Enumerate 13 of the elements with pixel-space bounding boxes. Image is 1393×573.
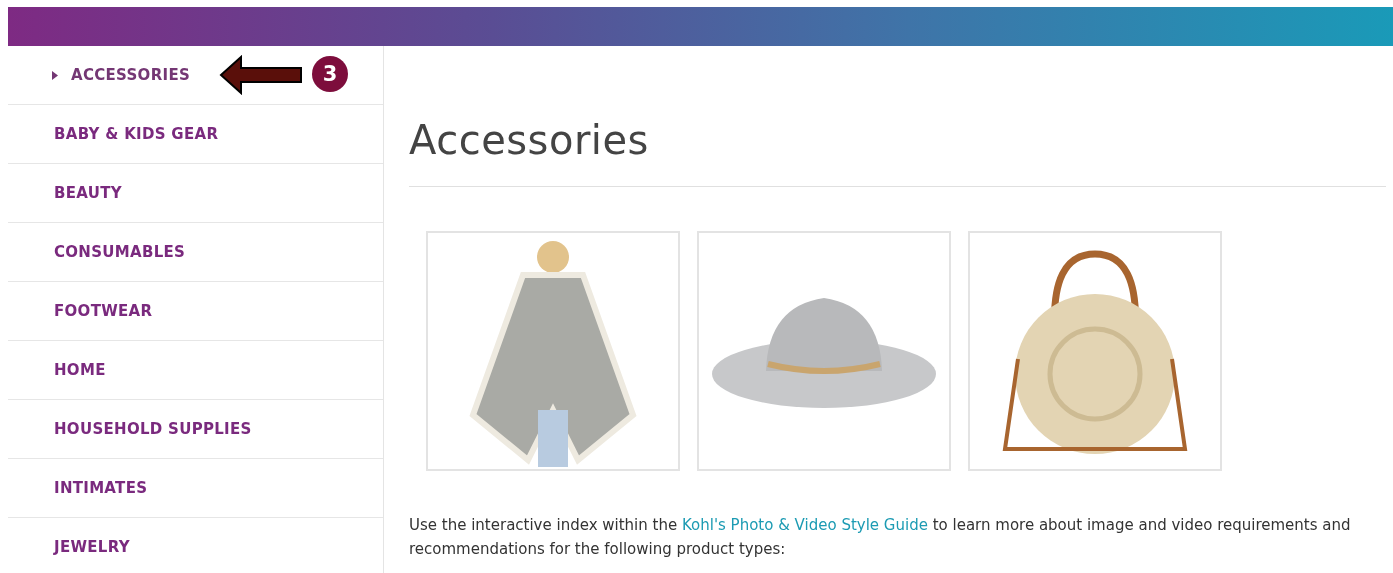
intro-text: Use the interactive index within the Kohl's Photo & Video Style Guide to learn more about image and video requirements and recommendations for the following product types:: [409, 515, 1352, 560]
sidebar-item[interactable]: CONSUMABLES: [8, 223, 383, 282]
sidebar-item[interactable]: BABY & KIDS GEAR: [8, 105, 383, 164]
sidebar-item[interactable]: HOUSEHOLD SUPPLIES: [8, 400, 383, 459]
sidebar-item[interactable]: JEWELRY: [8, 518, 383, 573]
page-title: Accessories: [409, 116, 650, 165]
sidebar-item[interactable]: INTIMATES: [8, 459, 383, 518]
sidebar-item[interactable]: HOME: [8, 341, 383, 400]
sidebar-item[interactable]: BEAUTY: [8, 164, 383, 223]
arrow-icon: [219, 55, 303, 95]
sidebar-item[interactable]: FOOTWEAR: [8, 282, 383, 341]
caret-icon: [52, 70, 58, 80]
step-badge: 3: [312, 56, 348, 92]
